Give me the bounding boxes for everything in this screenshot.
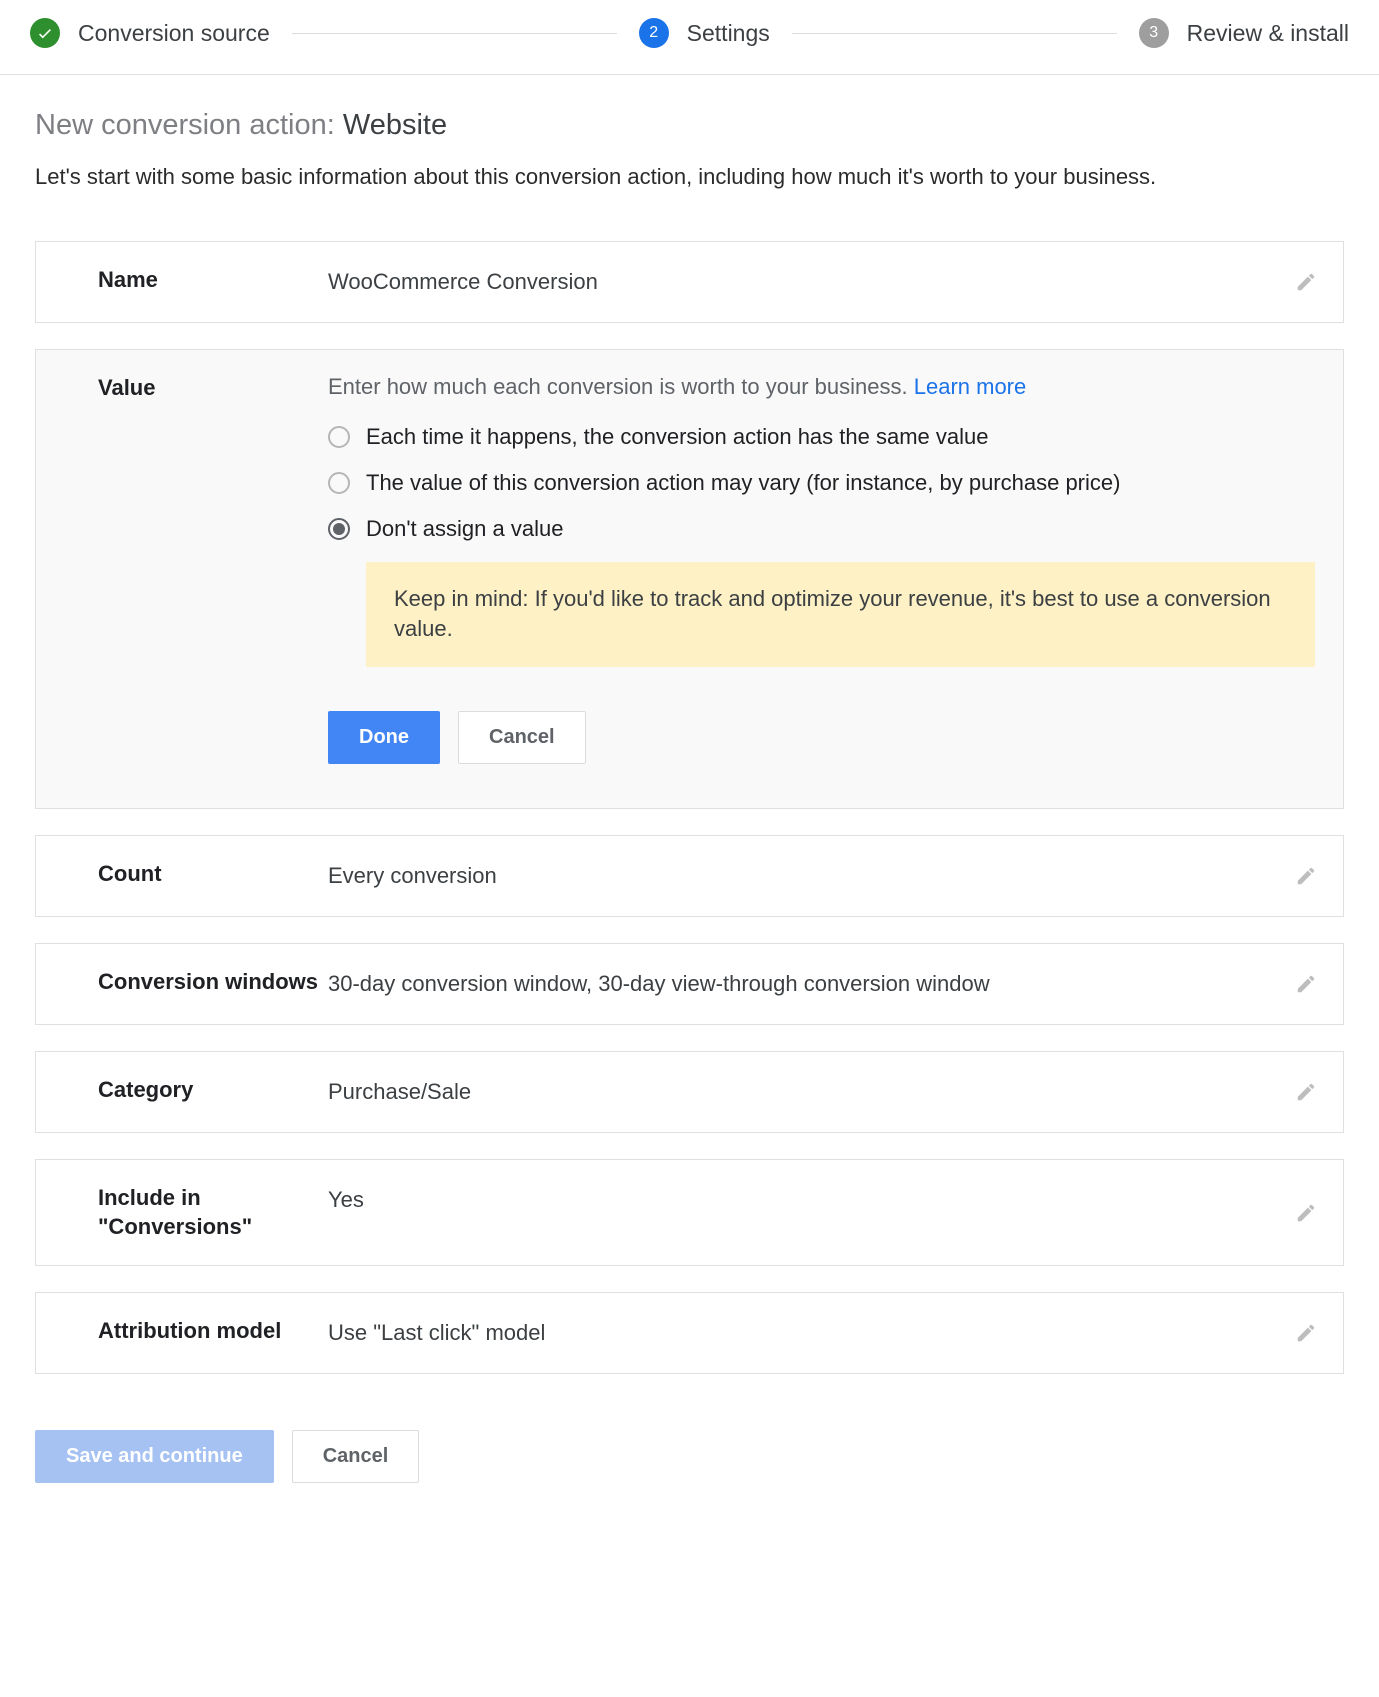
row-value: Purchase/Sale — [328, 1076, 1315, 1108]
learn-more-link[interactable]: Learn more — [914, 374, 1027, 399]
step-label: Review & install — [1187, 20, 1349, 47]
pencil-icon[interactable] — [1291, 861, 1321, 891]
row-conversion-windows[interactable]: Conversion windows 30-day conversion win… — [35, 943, 1344, 1025]
cancel-button[interactable]: Cancel — [292, 1430, 420, 1483]
row-label: Name — [98, 266, 328, 295]
step-label: Settings — [687, 20, 770, 47]
pencil-icon[interactable] — [1291, 969, 1321, 999]
page-title: New conversion action: Website — [35, 109, 1344, 142]
row-value: WooCommerce Conversion — [328, 266, 1315, 298]
step-settings[interactable]: 2 Settings — [639, 18, 770, 48]
pencil-icon[interactable] — [1291, 1198, 1321, 1228]
title-suffix: Website — [343, 109, 447, 141]
title-prefix: New conversion action: — [35, 109, 343, 141]
row-value: Yes — [328, 1184, 1315, 1216]
value-warning-notice: Keep in mind: If you'd like to track and… — [366, 562, 1315, 668]
checkmark-icon — [30, 18, 60, 48]
radio-label: The value of this conversion action may … — [366, 470, 1120, 496]
row-name[interactable]: Name WooCommerce Conversion — [35, 241, 1344, 323]
row-value: Use "Last click" model — [328, 1317, 1315, 1349]
row-label: Count — [98, 860, 328, 889]
radio-icon[interactable] — [328, 472, 350, 494]
row-value: 30-day conversion window, 30-day view-th… — [328, 968, 1315, 1000]
pencil-icon[interactable] — [1291, 267, 1321, 297]
radio-same-value[interactable]: Each time it happens, the conversion act… — [328, 424, 1315, 450]
radio-icon[interactable] — [328, 518, 350, 540]
row-category[interactable]: Category Purchase/Sale — [35, 1051, 1344, 1133]
step-conversion-source[interactable]: Conversion source — [30, 18, 270, 48]
cancel-button[interactable]: Cancel — [458, 711, 586, 764]
done-button[interactable]: Done — [328, 711, 440, 764]
step-label: Conversion source — [78, 20, 270, 47]
save-and-continue-button[interactable]: Save and continue — [35, 1430, 274, 1483]
step-number: 3 — [1139, 18, 1169, 48]
row-label: Value — [98, 374, 328, 403]
value-intro-text: Enter how much each conversion is worth … — [328, 374, 914, 399]
row-attribution-model[interactable]: Attribution model Use "Last click" model — [35, 1292, 1344, 1374]
page-intro: Let's start with some basic information … — [35, 162, 1344, 193]
row-label: Include in "Conversions" — [98, 1184, 328, 1241]
row-label: Conversion windows — [98, 968, 328, 997]
radio-icon[interactable] — [328, 426, 350, 448]
step-review-install[interactable]: 3 Review & install — [1139, 18, 1349, 48]
pencil-icon[interactable] — [1291, 1318, 1321, 1348]
wizard-stepper: Conversion source 2 Settings 3 Review & … — [0, 0, 1379, 75]
radio-label: Each time it happens, the conversion act… — [366, 424, 988, 450]
row-label: Category — [98, 1076, 328, 1105]
row-count[interactable]: Count Every conversion — [35, 835, 1344, 917]
radio-dont-assign[interactable]: Don't assign a value — [328, 516, 1315, 542]
row-value: Every conversion — [328, 860, 1315, 892]
row-include-in-conversions[interactable]: Include in "Conversions" Yes — [35, 1159, 1344, 1266]
pencil-icon[interactable] — [1291, 1077, 1321, 1107]
step-divider — [292, 33, 617, 34]
row-label: Attribution model — [98, 1317, 328, 1346]
step-divider — [792, 33, 1117, 34]
step-number: 2 — [639, 18, 669, 48]
row-value-expanded: Value Enter how much each conversion is … — [35, 349, 1344, 810]
radio-label: Don't assign a value — [366, 516, 563, 542]
value-intro: Enter how much each conversion is worth … — [328, 374, 1315, 400]
radio-value-may-vary[interactable]: The value of this conversion action may … — [328, 470, 1315, 496]
